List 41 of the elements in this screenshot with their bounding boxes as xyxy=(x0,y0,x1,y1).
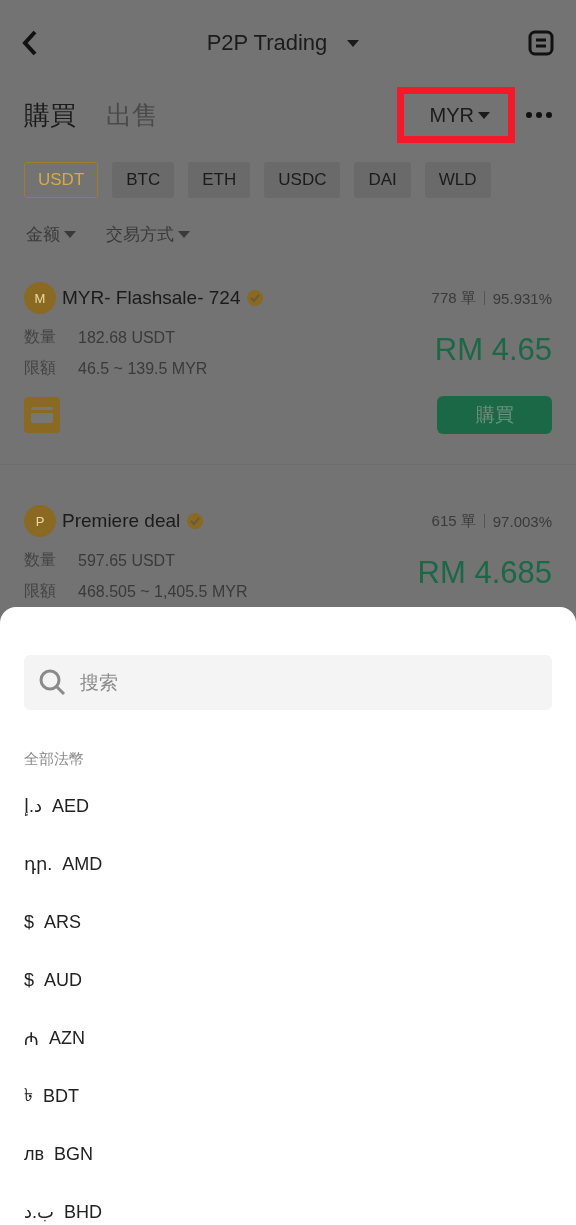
search-icon xyxy=(38,668,66,696)
currency-item[interactable]: դր. AMD xyxy=(24,835,103,893)
filter-dropdown[interactable]: 交易方式 xyxy=(106,222,190,246)
currency-item[interactable]: $ AUD xyxy=(24,951,83,1009)
quantity-value: 597.65 USDT xyxy=(78,551,175,570)
section-label: 全部法幣 xyxy=(24,750,85,769)
caret-icon xyxy=(178,230,190,238)
coin-chip[interactable]: BTC xyxy=(112,162,175,198)
caret-icon xyxy=(478,111,490,119)
merchant-name[interactable]: MYR- Flashsale- 724 xyxy=(62,287,241,309)
currency-item[interactable]: ৳ BDT xyxy=(24,1067,79,1125)
payment-card-icon xyxy=(24,397,60,433)
currency-item[interactable]: ₼ AZN xyxy=(24,1009,85,1067)
limit-value: 46.5 ~ 139.5 MYR xyxy=(78,359,208,378)
completion-rate: 97.003% xyxy=(492,512,552,530)
trade-tab[interactable]: 購買 xyxy=(24,97,76,133)
avatar: P xyxy=(24,505,56,537)
more-icon[interactable] xyxy=(526,112,552,118)
price: RM 4.65 xyxy=(434,332,552,369)
coin-chip[interactable]: DAI xyxy=(354,162,411,198)
currency-item[interactable]: лв BGN xyxy=(24,1125,94,1183)
coin-chip[interactable]: WLD xyxy=(424,162,491,198)
price: RM 4.685 xyxy=(417,555,552,592)
coin-chip[interactable]: USDC xyxy=(264,162,341,198)
avatar: M xyxy=(24,282,56,314)
coin-chip[interactable]: USDT xyxy=(24,162,99,198)
caret-icon xyxy=(347,39,360,47)
back-icon[interactable] xyxy=(22,30,38,56)
buy-button[interactable]: 購買 xyxy=(437,396,552,434)
page-title: P2P Trading xyxy=(206,30,328,56)
orders-icon[interactable] xyxy=(528,30,554,56)
merchant-name[interactable]: Premiere deal xyxy=(62,510,181,532)
currency-item[interactable]: $ ARS xyxy=(24,893,82,951)
completion-rate: 95.931% xyxy=(492,289,552,307)
filter-dropdown[interactable]: 金额 xyxy=(26,222,76,246)
quantity-value: 182.68 USDT xyxy=(78,328,175,347)
caret-icon xyxy=(64,230,76,238)
coin-chip[interactable]: ETH xyxy=(188,162,251,198)
search-field[interactable]: 搜索 xyxy=(24,655,552,710)
currency-selector[interactable]: MYR xyxy=(429,103,490,127)
limit-value: 468.505 ~ 1,405.5 MYR xyxy=(78,582,248,601)
